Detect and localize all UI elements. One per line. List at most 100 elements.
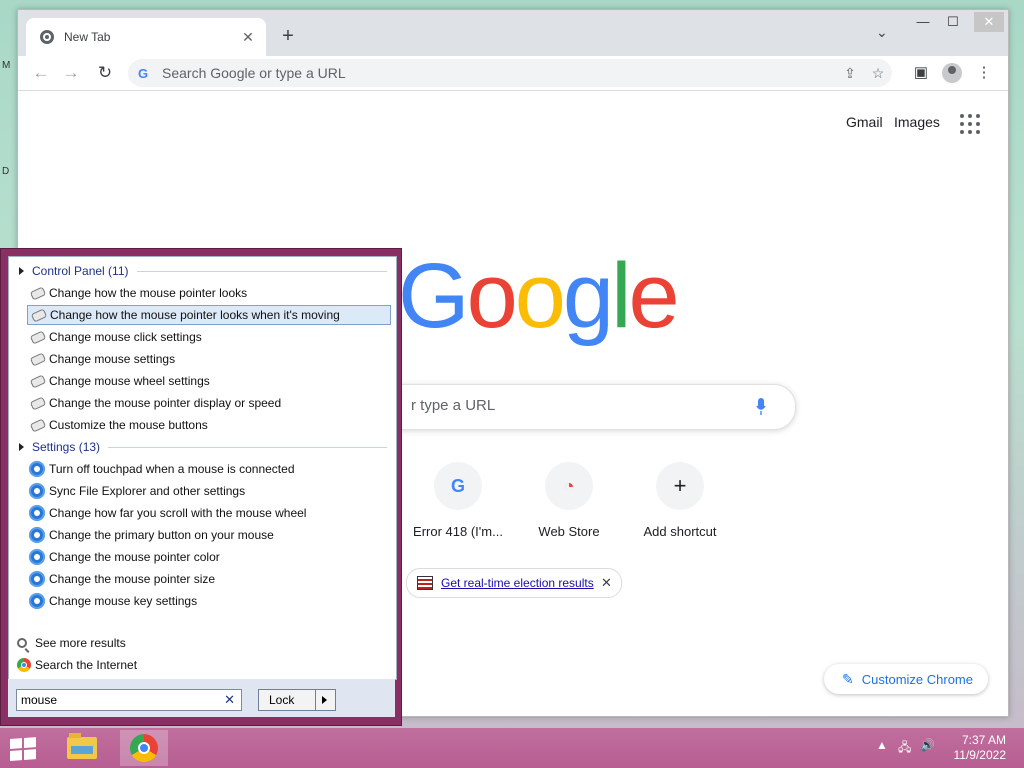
result-item[interactable]: Change mouse wheel settings xyxy=(27,371,391,391)
result-item[interactable]: Change the mouse pointer size xyxy=(27,569,391,589)
pencil-icon: ✎ xyxy=(842,670,854,687)
close-window-button[interactable]: ✕ xyxy=(974,12,1004,32)
desktop-icon-label: D xyxy=(2,166,10,177)
search-results-pane: Control Panel (11) Change how the mouse … xyxy=(8,256,397,680)
see-more-results-link[interactable]: See more results xyxy=(17,634,126,652)
shortcut-icon-glyph: G xyxy=(450,475,465,496)
tab-close-icon[interactable]: ✕ xyxy=(238,29,258,46)
election-promo: Get real-time election results ✕ xyxy=(406,568,622,598)
gmail-link[interactable]: Gmail xyxy=(846,114,883,130)
power-options-arrow-icon[interactable] xyxy=(315,690,334,710)
gear-icon xyxy=(29,483,45,499)
result-label: Change how the mouse pointer looks xyxy=(49,286,248,300)
group-header-settings[interactable]: Settings (13) xyxy=(19,437,387,457)
side-panel-icon[interactable]: ▣ xyxy=(908,60,934,86)
gear-icon xyxy=(29,549,45,565)
result-item[interactable]: Change mouse click settings xyxy=(27,327,391,347)
reload-icon[interactable]: ↻ xyxy=(92,60,118,86)
omnibox[interactable]: G Search Google or type a URL ⇪ ☆ xyxy=(128,59,892,87)
result-label: Customize the mouse buttons xyxy=(49,418,208,432)
forward-arrow-icon[interactable]: → xyxy=(58,60,84,86)
omnibox-placeholder: Search Google or type a URL xyxy=(162,65,346,81)
result-label: Sync File Explorer and other settings xyxy=(49,484,246,498)
mouse-icon xyxy=(30,310,46,320)
lock-button[interactable]: Lock xyxy=(258,689,336,711)
windows-start-icon[interactable] xyxy=(10,737,38,761)
result-label: Change the mouse pointer color xyxy=(49,550,220,564)
network-icon[interactable]: 🖧 xyxy=(898,738,911,759)
result-item[interactable]: Turn off touchpad when a mouse is connec… xyxy=(27,459,391,479)
result-item[interactable]: Change the mouse pointer display or spee… xyxy=(27,393,391,413)
profile-button[interactable] xyxy=(939,60,965,86)
result-item[interactable]: Change the mouse pointer color xyxy=(27,547,391,567)
taskbar-chrome[interactable] xyxy=(120,730,168,766)
shortcut-icon-glyph: ◔ xyxy=(563,475,575,496)
result-item[interactable]: Sync File Explorer and other settings xyxy=(27,481,391,501)
new-tab-button[interactable]: + xyxy=(276,24,300,48)
maximize-button[interactable]: ☐ xyxy=(938,12,968,32)
ntp-search-box[interactable]: r type a URL xyxy=(358,384,796,430)
clock-date: 11/9/2022 xyxy=(953,748,1007,762)
election-results-link[interactable]: Get real-time election results xyxy=(441,576,601,590)
shortcut-web-store[interactable]: ◔ Web Store xyxy=(514,462,624,539)
images-link[interactable]: Images xyxy=(894,114,940,130)
profile-avatar-icon xyxy=(942,63,962,84)
browser-toolbar: ← → ↻ G Search Google or type a URL ⇪ ☆ … xyxy=(18,56,1008,91)
minimize-button[interactable]: — xyxy=(908,12,938,32)
chrome-favicon-icon xyxy=(40,30,54,44)
logo-letter: l xyxy=(611,245,632,347)
result-item[interactable]: Change mouse settings xyxy=(27,349,391,369)
plus-icon: + xyxy=(656,462,704,510)
tab-new-tab[interactable]: New Tab ✕ xyxy=(26,18,266,56)
google-g-icon: G xyxy=(434,462,482,510)
shortcut-add[interactable]: + Add shortcut xyxy=(625,462,735,539)
customize-chrome-button[interactable]: ✎ Customize Chrome xyxy=(824,664,988,694)
volume-icon[interactable]: 🔊 xyxy=(920,738,935,752)
shortcut-label: Web Store xyxy=(538,524,600,539)
expand-triangle-icon xyxy=(19,443,24,451)
mouse-icon xyxy=(29,398,45,408)
taskbar-file-explorer[interactable] xyxy=(58,730,106,766)
google-apps-icon[interactable] xyxy=(960,114,980,134)
clock[interactable]: 7:37 AM 11/9/2022 xyxy=(946,733,1007,763)
tab-strip: New Tab ✕ + ⌄ — ☐ ✕ xyxy=(18,10,1008,56)
promo-close-icon[interactable]: ✕ xyxy=(601,575,621,591)
web-store-icon: ◔ xyxy=(545,462,593,510)
mouse-icon xyxy=(29,420,45,430)
result-label: Change the mouse pointer display or spee… xyxy=(49,396,282,410)
folder-icon xyxy=(67,733,97,759)
back-arrow-icon[interactable]: ← xyxy=(28,60,54,86)
shortcut-error-418[interactable]: G Error 418 (I'm... xyxy=(403,462,513,539)
mouse-icon xyxy=(29,288,45,298)
magnifier-icon xyxy=(17,638,27,648)
gear-icon xyxy=(29,571,45,587)
kebab-menu-icon[interactable]: ⋮ xyxy=(971,60,997,86)
group-header-control-panel[interactable]: Control Panel (11) xyxy=(19,261,387,281)
mouse-icon xyxy=(29,354,45,364)
group-label: Settings (13) xyxy=(32,440,101,454)
share-icon[interactable]: ⇪ xyxy=(836,65,864,82)
result-label: Change how the mouse pointer looks when … xyxy=(50,308,340,322)
mouse-icon xyxy=(29,376,45,386)
search-internet-link[interactable]: Search the Internet xyxy=(17,656,137,674)
result-item[interactable]: Change mouse key settings xyxy=(27,591,391,611)
result-item[interactable]: Customize the mouse buttons xyxy=(27,415,391,435)
start-search-input[interactable]: mouse ✕ xyxy=(16,689,242,711)
bookmark-star-icon[interactable]: ☆ xyxy=(864,65,892,82)
result-item[interactable]: Change how far you scroll with the mouse… xyxy=(27,503,391,523)
result-item[interactable]: Change how the mouse pointer looks xyxy=(27,283,391,303)
result-label: Change the primary button on your mouse xyxy=(49,528,274,542)
tray-chevron-icon[interactable]: ▲ xyxy=(876,738,888,752)
ntp-search-placeholder: r type a URL xyxy=(411,397,496,414)
see-more-label: See more results xyxy=(35,636,126,650)
result-item-selected[interactable]: Change how the mouse pointer looks when … xyxy=(27,305,391,325)
clear-search-icon[interactable]: ✕ xyxy=(224,692,235,708)
tab-search-chevron-icon[interactable]: ⌄ xyxy=(876,24,888,41)
google-g-icon: G xyxy=(138,65,149,81)
start-search-value: mouse xyxy=(21,693,58,707)
group-divider xyxy=(108,446,387,448)
logo-letter: G xyxy=(398,245,470,347)
microphone-icon[interactable] xyxy=(756,398,766,416)
result-item[interactable]: Change the primary button on your mouse xyxy=(27,525,391,545)
gear-icon xyxy=(29,505,45,521)
